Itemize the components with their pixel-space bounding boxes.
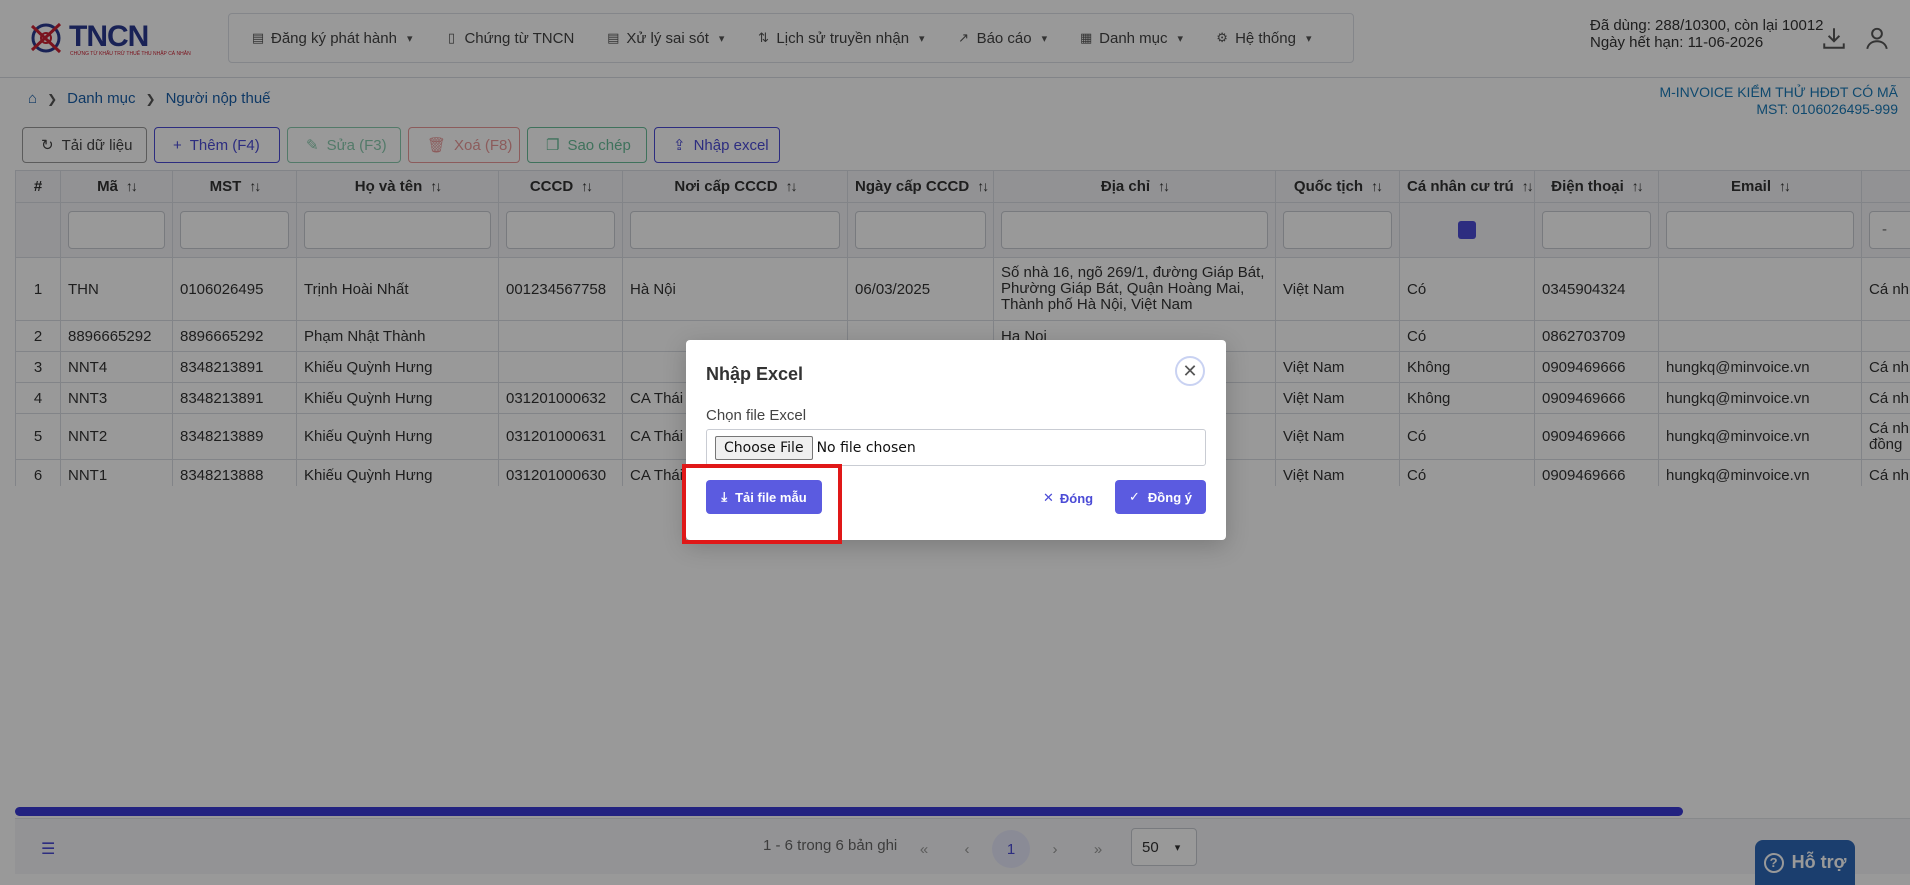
confirm-label: Đồng ý [1147,489,1192,505]
check-icon: ✓ [1129,489,1140,504]
close-dialog-label: Đóng [1059,490,1094,506]
dialog-title: Nhập Excel [706,364,804,384]
highlight-box [682,464,842,544]
choose-file-button[interactable]: Choose File [715,435,813,460]
x-icon: ✕ [1043,490,1054,505]
close-icon[interactable]: ✕ [1175,356,1205,386]
close-dialog-button[interactable]: ✕ Đóng [1043,490,1093,506]
confirm-button[interactable]: ✓ Đồng ý [1115,480,1206,514]
file-field-label: Chọn file Excel [706,407,807,424]
file-input[interactable]: Choose File No file chosen [706,429,1206,466]
file-status: No file chosen [816,439,916,456]
